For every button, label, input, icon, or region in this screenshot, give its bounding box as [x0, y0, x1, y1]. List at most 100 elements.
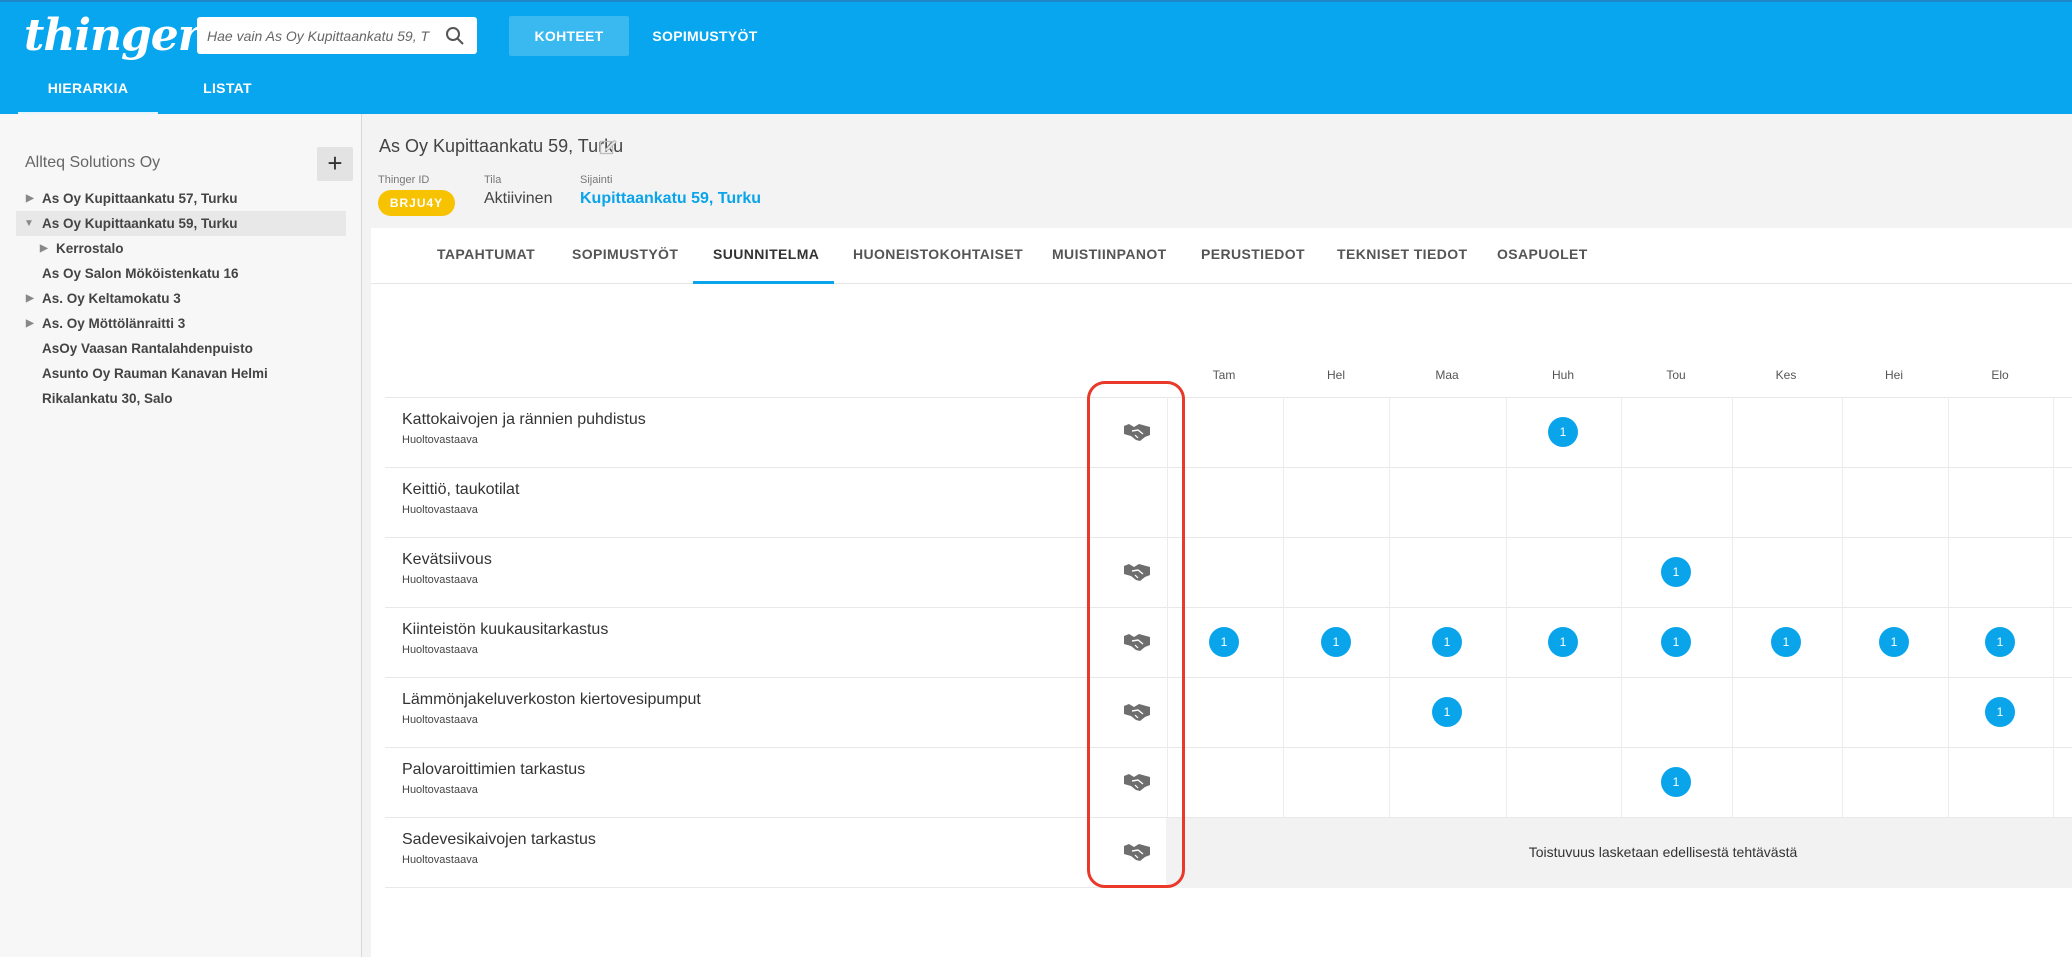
- highlight-box: [1087, 381, 1185, 888]
- tree-item[interactable]: ▶ As. Oy Keltamokatu 3: [16, 286, 346, 311]
- organization-name: Allteq Solutions Oy: [25, 154, 161, 171]
- hierarchy-tree: ▶ As Oy Kupittaankatu 57, Turku ▼ As Oy …: [16, 186, 346, 411]
- occurrence-badge[interactable]: 1: [1661, 557, 1691, 587]
- thinger-logo[interactable]: thinger: [24, 10, 201, 61]
- location-label: Sijainti: [580, 174, 613, 186]
- column-divider: [1621, 397, 1622, 817]
- tree-item-label: AsOy Vaasan Rantalahdenpuisto: [42, 341, 253, 356]
- expand-arrow-icon[interactable]: ▶: [26, 186, 34, 211]
- tree-item-label: As Oy Kupittaankatu 57, Turku: [42, 191, 238, 206]
- month-header: Tou: [1666, 368, 1686, 382]
- task-name[interactable]: Kiinteistön kuukausitarkastus: [402, 621, 608, 639]
- tree-item[interactable]: ▶ As. Oy Möttölänraitti 3: [16, 311, 346, 336]
- thinger-id-badge: BRJU4Y: [378, 190, 455, 216]
- row-divider: [385, 747, 2072, 748]
- tree-item-selected[interactable]: ▼ As Oy Kupittaankatu 59, Turku: [16, 211, 346, 236]
- subnav-hierarkia[interactable]: HIERARKIA: [18, 80, 158, 116]
- month-header: Hel: [1326, 368, 1345, 382]
- occurrence-badge[interactable]: 1: [1209, 627, 1239, 657]
- occurrence-badge[interactable]: 1: [1771, 627, 1801, 657]
- column-divider: [1389, 397, 1390, 817]
- tab-tekniset-tiedot[interactable]: TEKNISET TIEDOT: [1337, 246, 1467, 262]
- task-role: Huoltovastaava: [402, 854, 478, 866]
- occurrence-badge[interactable]: 1: [1432, 627, 1462, 657]
- occurrence-badge[interactable]: 1: [1985, 627, 2015, 657]
- month-header: Hei: [1884, 368, 1903, 382]
- active-tab-indicator: [693, 281, 834, 284]
- search-icon[interactable]: [445, 26, 465, 46]
- tab-tapahtumat[interactable]: TAPAHTUMAT: [437, 246, 535, 262]
- nav-kohteet[interactable]: KOHTEET: [509, 16, 629, 56]
- expand-arrow-icon[interactable]: ▶: [26, 311, 34, 336]
- task-name[interactable]: Palovaroittimien tarkastus: [402, 761, 585, 779]
- row-divider: [385, 677, 2072, 678]
- expand-arrow-icon[interactable]: ▶: [26, 286, 34, 311]
- location-link[interactable]: Kupittaankatu 59, Turku: [580, 190, 761, 208]
- task-role: Huoltovastaava: [402, 504, 478, 516]
- status-label: Tila: [484, 174, 502, 186]
- search-box[interactable]: [197, 17, 477, 54]
- task-role: Huoltovastaava: [402, 644, 478, 656]
- task-name[interactable]: Keittiö, taukotilat: [402, 481, 519, 499]
- column-divider: [1283, 397, 1284, 817]
- occurrence-badge[interactable]: 1: [1661, 767, 1691, 797]
- month-header: Kes: [1775, 368, 1797, 382]
- tab-suunnitelma[interactable]: SUUNNITELMA: [713, 246, 819, 262]
- tab-bar: TAPAHTUMAT SOPIMUSTYÖT SUUNNITELMA HUONE…: [371, 228, 2072, 284]
- row-divider: [385, 607, 2072, 608]
- tree-item[interactable]: ▶ As Oy Kupittaankatu 57, Turku: [16, 186, 346, 211]
- tab-huoneistokohtaiset[interactable]: HUONEISTOKOHTAISET: [853, 246, 1023, 262]
- row-divider: [385, 397, 2072, 398]
- column-divider: [1732, 397, 1733, 817]
- search-input[interactable]: [207, 17, 435, 54]
- edit-icon[interactable]: [599, 138, 617, 156]
- month-header: Tam: [1212, 368, 1236, 382]
- tab-perustiedot[interactable]: PERUSTIEDOT: [1201, 246, 1305, 262]
- month-header: Elo: [1991, 368, 2009, 382]
- tab-osapuolet[interactable]: OSAPUOLET: [1497, 246, 1588, 262]
- tree-item[interactable]: ▶ Kerrostalo: [16, 236, 346, 261]
- occurrence-badge[interactable]: 1: [1432, 697, 1462, 727]
- row-divider: [385, 467, 2072, 468]
- sidebar: Allteq Solutions Oy + ▶ As Oy Kupittaank…: [0, 114, 362, 957]
- tree-item[interactable]: AsOy Vaasan Rantalahdenpuisto: [16, 336, 346, 361]
- task-name[interactable]: Lämmönjakeluverkoston kiertovesipumput: [402, 691, 701, 709]
- occurrence-badge[interactable]: 1: [1548, 417, 1578, 447]
- tree-item[interactable]: Rikalankatu 30, Salo: [16, 386, 346, 411]
- status-value: Aktiivinen: [484, 190, 553, 207]
- tree-item-label: As. Oy Möttölänraitti 3: [42, 316, 186, 331]
- tree-item-label: As Oy Kupittaankatu 59, Turku: [42, 216, 238, 231]
- tree-item-label: As. Oy Keltamokatu 3: [42, 291, 181, 306]
- tree-item-label: Kerrostalo: [56, 241, 124, 256]
- tab-muistiinpanot[interactable]: MUISTIINPANOT: [1052, 246, 1167, 262]
- task-role: Huoltovastaava: [402, 784, 478, 796]
- month-header: Maa: [1435, 368, 1459, 382]
- tab-sopimustyot[interactable]: SOPIMUSTYÖT: [572, 246, 678, 262]
- tree-item[interactable]: Asunto Oy Rauman Kanavan Helmi: [16, 361, 346, 386]
- collapse-arrow-icon[interactable]: ▼: [24, 211, 34, 236]
- task-name[interactable]: Kattokaivojen ja rännien puhdistus: [402, 411, 646, 429]
- column-divider: [1506, 397, 1507, 817]
- occurrence-badge[interactable]: 1: [1879, 627, 1909, 657]
- occurrence-badge[interactable]: 1: [1661, 627, 1691, 657]
- occurrence-badge[interactable]: 1: [1548, 627, 1578, 657]
- column-divider: [1948, 397, 1949, 817]
- nav-sopimustyot[interactable]: SOPIMUSTYÖT: [640, 16, 770, 56]
- task-role: Huoltovastaava: [402, 434, 478, 446]
- add-button[interactable]: +: [317, 147, 353, 181]
- top-bar: thinger KOHTEET SOPIMUSTYÖT HIERARKIA LI…: [0, 0, 2072, 116]
- task-name[interactable]: Kevätsiivous: [402, 551, 492, 569]
- task-role: Huoltovastaava: [402, 714, 478, 726]
- occurrence-badge[interactable]: 1: [1985, 697, 2015, 727]
- expand-arrow-icon[interactable]: ▶: [40, 236, 48, 261]
- tree-item-label: Rikalankatu 30, Salo: [42, 391, 173, 406]
- page-title: As Oy Kupittaankatu 59, Turku: [379, 136, 624, 156]
- month-header: Huh: [1551, 368, 1574, 382]
- thinger-id-label: Thinger ID: [378, 174, 430, 186]
- subnav-listat[interactable]: LISTAT: [190, 80, 265, 96]
- tree-item[interactable]: As Oy Salon Mököistenkatu 16: [16, 261, 346, 286]
- tree-item-label: Asunto Oy Rauman Kanavan Helmi: [42, 366, 268, 381]
- recurrence-row: Toistuvuus lasketaan edellisestä tehtävä…: [1166, 818, 2072, 888]
- occurrence-badge[interactable]: 1: [1321, 627, 1351, 657]
- task-name[interactable]: Sadevesikaivojen tarkastus: [402, 831, 596, 849]
